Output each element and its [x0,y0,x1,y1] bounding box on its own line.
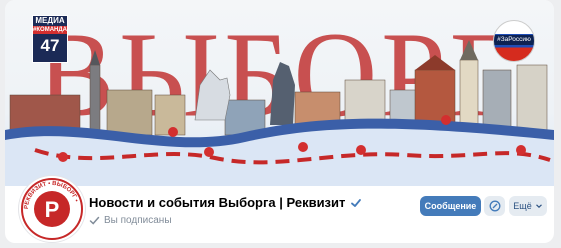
notification-icon [489,200,500,212]
media-team-logo: МЕДИА #КОМАНДА 47 [32,15,68,63]
cover-illustration: ВЫБОРГ [5,7,554,186]
subscribed-label: Вы подписаны [104,215,172,226]
message-button[interactable]: Сообщение [420,196,481,216]
rekvizit-logo-icon: Р РЕКВИЗИТ • ВЫБОРГ • [21,178,83,240]
badge-text: #ЗаРоссию [494,35,534,45]
notification-button[interactable] [484,196,505,216]
cover-image: ВЫБОРГ [5,0,554,186]
subscription-status: Вы подписаны [89,215,172,226]
community-title: Новости и события Выборга | Реквизит [89,195,346,210]
verified-check-icon [351,198,362,207]
media-logo-line3: 47 [40,36,60,55]
media-logo-line2: #КОМАНДА [33,26,67,34]
za-rossiyu-badge: #ЗаРоссию [493,20,535,62]
community-avatar[interactable]: Р РЕКВИЗИТ • ВЫБОРГ • [19,176,85,242]
chevron-down-icon [535,204,542,209]
svg-text:Р: Р [45,197,60,222]
community-header-card: ВЫБОРГ [5,0,554,243]
media-logo-line1: МЕДИА [33,16,67,26]
more-label: Ещё [513,201,532,211]
check-icon [89,216,100,225]
more-button[interactable]: Ещё [509,196,547,216]
community-name-row: Новости и события Выборга | Реквизит [89,195,362,210]
